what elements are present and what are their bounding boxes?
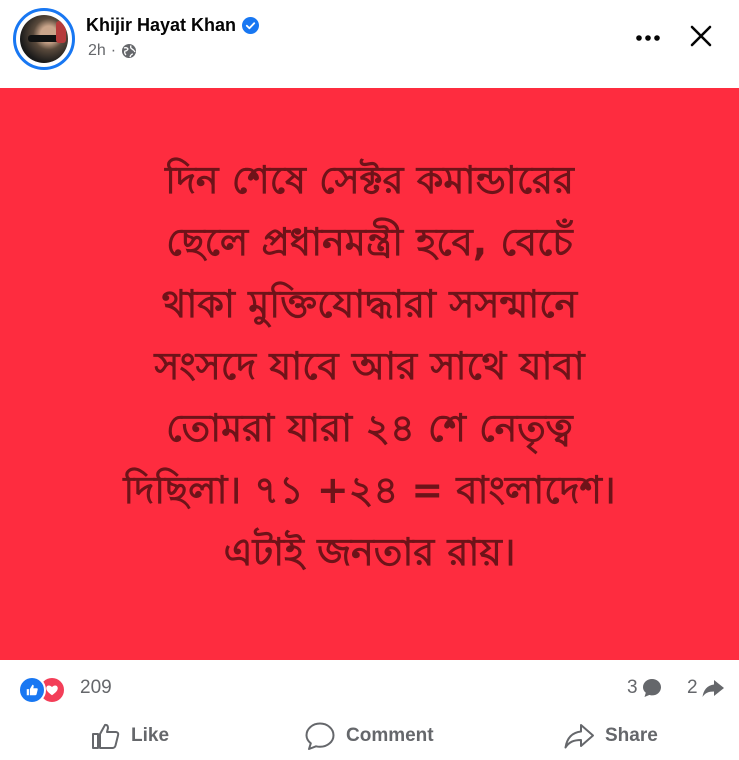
close-button[interactable] bbox=[681, 18, 721, 58]
close-icon bbox=[689, 24, 713, 53]
reaction-icons[interactable] bbox=[18, 676, 76, 704]
share-arrow-icon bbox=[701, 677, 725, 699]
post-image[interactable]: দিন শেষে সেক্টর কমান্ডারের ছেলে প্রধানমন… bbox=[0, 88, 739, 660]
share-count[interactable]: 2 bbox=[687, 677, 725, 699]
globe-icon bbox=[121, 43, 137, 59]
comment-count-value: 3 bbox=[627, 677, 638, 698]
verified-badge-icon bbox=[242, 16, 260, 34]
author-avatar[interactable] bbox=[13, 8, 75, 70]
like-button[interactable]: Like bbox=[91, 712, 169, 760]
post-header: Khijir Hayat Khan 2h · bbox=[0, 0, 739, 88]
comment-bubble-icon bbox=[641, 677, 663, 699]
reaction-count[interactable]: 209 bbox=[80, 677, 112, 699]
post-time[interactable]: 2h bbox=[88, 42, 106, 60]
share-button[interactable]: Share bbox=[563, 712, 658, 760]
more-options-button[interactable] bbox=[628, 20, 668, 56]
avatar-image bbox=[20, 15, 68, 63]
more-options-icon bbox=[635, 29, 661, 47]
thumbs-up-icon bbox=[91, 722, 121, 750]
comment-button[interactable]: Comment bbox=[304, 712, 434, 760]
comment-icon bbox=[304, 721, 336, 751]
share-count-value: 2 bbox=[687, 677, 698, 698]
like-label: Like bbox=[131, 725, 170, 746]
post-stats: 209 3 2 bbox=[0, 668, 739, 708]
share-icon bbox=[563, 722, 595, 750]
author-name[interactable]: Khijir Hayat Khan bbox=[86, 15, 236, 36]
meta-separator: · bbox=[110, 42, 117, 59]
post-image-text: দিন শেষে সেক্টর কমান্ডারের ছেলে প্রধানমন… bbox=[123, 158, 616, 574]
share-label: Share bbox=[605, 725, 658, 746]
author-row: Khijir Hayat Khan bbox=[86, 12, 260, 38]
post-meta: 2h · bbox=[88, 42, 137, 60]
comment-count[interactable]: 3 bbox=[627, 677, 663, 699]
comment-label: Comment bbox=[346, 725, 434, 746]
like-reaction-icon bbox=[18, 676, 46, 704]
post-actions: Like Comment Share bbox=[0, 712, 739, 760]
